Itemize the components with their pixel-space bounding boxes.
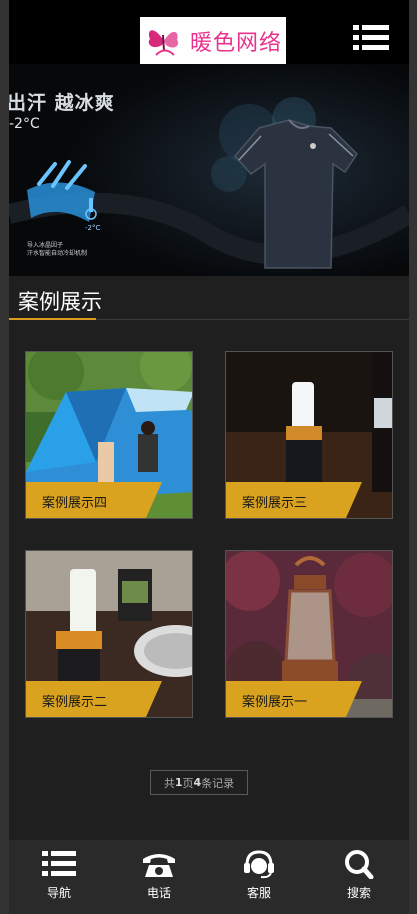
banner-slogan: 出汗 越冰爽 — [9, 92, 115, 114]
pager-prefix: 共 — [163, 776, 175, 790]
case-card[interactable]: 案例展示三 — [225, 351, 393, 519]
phone-icon — [143, 854, 175, 877]
section-title: 案例展示 — [18, 290, 102, 314]
nav-label: 搜索 — [346, 886, 371, 900]
nav-label: 客服 — [246, 886, 271, 900]
case-card[interactable]: 案例展示四 — [25, 351, 193, 519]
nav-label: 电话 — [146, 886, 171, 900]
pager-records: 4 — [193, 776, 202, 789]
case-label-band: 案例展示一 — [226, 681, 392, 717]
page: 暖色网络 出汗 越冰爽 -2°C -2°C 导入冰晶因子 汗水智能自动冷却机制 … — [9, 0, 409, 914]
pager-middle: 页 — [182, 776, 194, 790]
search-icon — [345, 850, 374, 879]
case-card[interactable]: 案例展示二 — [25, 550, 193, 718]
pager-suffix: 条记录 — [201, 776, 235, 790]
title-accent-bar — [9, 318, 96, 320]
case-label-band: 案例展示三 — [226, 482, 392, 518]
left-gutter — [0, 0, 9, 914]
case-title: 案例展示四 — [42, 496, 108, 511]
bottom-nav: 导航 电话 客服 搜索 — [9, 840, 409, 914]
hero-banner[interactable]: 出汗 越冰爽 -2°C -2°C 导入冰晶因子 汗水智能自动冷却机制 — [9, 64, 409, 276]
nav-label: 导航 — [46, 886, 71, 900]
butterfly-logo-icon — [148, 30, 179, 56]
banner-temperature: -2°C — [9, 116, 40, 132]
case-label-band: 案例展示四 — [26, 482, 192, 518]
headset-icon — [244, 850, 274, 879]
pager-pages: 1 — [174, 776, 183, 789]
pagination-info: 共 1 页 4 条记录 — [150, 770, 248, 795]
nav-item-navigation[interactable]: 导航 — [9, 840, 109, 914]
banner-caption: 汗水智能自动冷却机制 — [27, 250, 88, 257]
case-title: 案例展示一 — [242, 695, 308, 710]
right-gutter — [409, 0, 417, 914]
nav-item-search[interactable]: 搜索 — [309, 840, 409, 914]
case-title: 案例展示二 — [42, 695, 108, 710]
case-card[interactable]: 案例展示一 — [225, 550, 393, 718]
header: 暖色网络 — [9, 0, 409, 65]
banner-small-temperature: -2°C — [85, 224, 101, 232]
case-label-band: 案例展示二 — [26, 681, 192, 717]
nav-item-phone[interactable]: 电话 — [109, 840, 209, 914]
nav-item-service[interactable]: 客服 — [209, 840, 309, 914]
list-menu-icon — [353, 25, 389, 50]
menu-button[interactable] — [353, 24, 389, 52]
case-title: 案例展示三 — [242, 496, 308, 511]
logo-text: 暖色网络 — [190, 31, 283, 56]
list-icon — [42, 851, 76, 876]
logo[interactable]: 暖色网络 — [140, 17, 286, 65]
